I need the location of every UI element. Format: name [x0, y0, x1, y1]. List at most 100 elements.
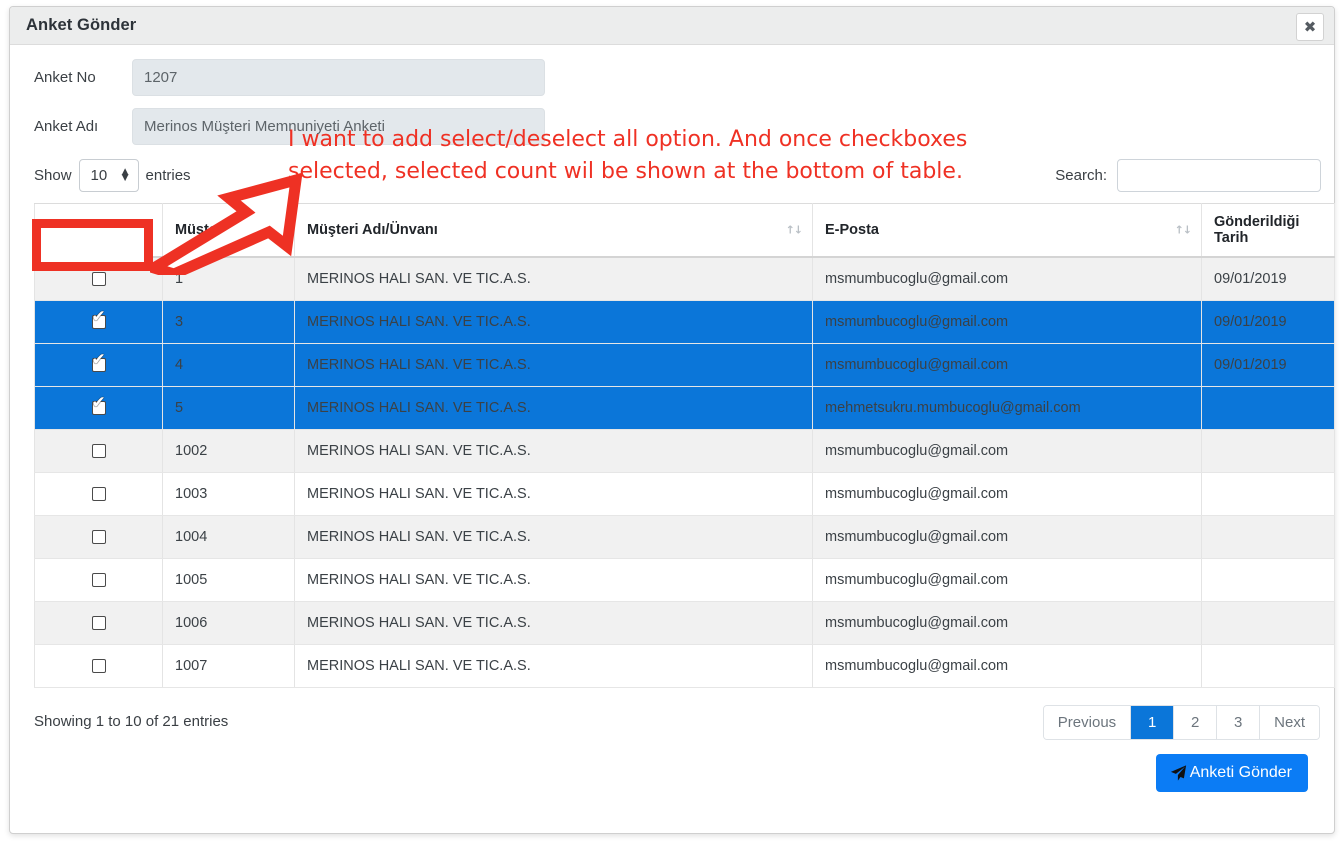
row-checkbox[interactable] — [92, 530, 106, 544]
table-row[interactable]: 1MERINOS HALI SAN. VE TIC.A.S.msmumbucog… — [35, 257, 1335, 300]
table-row[interactable]: 1002MERINOS HALI SAN. VE TIC.A.S.msmumbu… — [35, 429, 1335, 472]
anket-adi-label: Anket Adı — [22, 118, 132, 135]
column-label-gonderildigi-tarih: Gönderildiği Tarih — [1214, 214, 1299, 246]
row-checkbox-cell[interactable] — [35, 644, 163, 687]
row-checkbox[interactable] — [92, 487, 106, 501]
modal-body: Anket No Anket Adı Show 10 ▲▼ entries Se… — [10, 45, 1334, 792]
customer-table: Müşteri No ↑↓ Müşteri Adı/Ünvanı ↑↓ E-Po… — [34, 203, 1335, 688]
cell-musteri-no: 3 — [163, 300, 295, 343]
table-header-row: Müşteri No ↑↓ Müşteri Adı/Ünvanı ↑↓ E-Po… — [35, 204, 1335, 258]
anket-no-label: Anket No — [22, 69, 132, 86]
search-input[interactable] — [1117, 159, 1321, 192]
sort-icon[interactable]: ↑↓ — [1175, 224, 1191, 237]
row-checkbox[interactable] — [92, 272, 106, 286]
row-checkbox-cell[interactable] — [35, 300, 163, 343]
cell-musteri-no: 1004 — [163, 515, 295, 558]
row-checkbox-cell[interactable] — [35, 343, 163, 386]
table-row[interactable]: 1003MERINOS HALI SAN. VE TIC.A.S.msmumbu… — [35, 472, 1335, 515]
column-header-musteri-adi[interactable]: Müşteri Adı/Ünvanı ↑↓ — [295, 204, 813, 258]
cell-eposta: msmumbucoglu@gmail.com — [813, 601, 1202, 644]
row-checkbox-cell[interactable] — [35, 429, 163, 472]
table-row[interactable]: 3MERINOS HALI SAN. VE TIC.A.S.msmumbucog… — [35, 300, 1335, 343]
row-checkbox[interactable] — [92, 573, 106, 587]
cell-tarih: 09/01/2019 — [1202, 300, 1335, 343]
row-checkbox-cell[interactable] — [35, 257, 163, 300]
cell-eposta: msmumbucoglu@gmail.com — [813, 300, 1202, 343]
anket-adi-field[interactable] — [132, 108, 545, 145]
paper-plane-icon — [1170, 765, 1187, 781]
cell-musteri-no: 1006 — [163, 601, 295, 644]
form-row-anket-adi: Anket Adı — [22, 108, 1322, 144]
cell-musteri-adi: MERINOS HALI SAN. VE TIC.A.S. — [295, 343, 813, 386]
cell-eposta: msmumbucoglu@gmail.com — [813, 644, 1202, 687]
page-length-select[interactable]: 10 ▲▼ — [79, 159, 139, 192]
search-control: Search: — [1055, 159, 1321, 192]
anket-no-field[interactable] — [132, 59, 545, 96]
cell-musteri-adi: MERINOS HALI SAN. VE TIC.A.S. — [295, 558, 813, 601]
table-row[interactable]: 4MERINOS HALI SAN. VE TIC.A.S.msmumbucog… — [35, 343, 1335, 386]
cell-eposta: msmumbucoglu@gmail.com — [813, 558, 1202, 601]
table-row[interactable]: 1006MERINOS HALI SAN. VE TIC.A.S.msmumbu… — [35, 601, 1335, 644]
page-button-next[interactable]: Next — [1260, 706, 1319, 739]
close-icon[interactable]: ✖ — [1296, 13, 1324, 41]
row-checkbox[interactable] — [92, 401, 106, 415]
form-row-anket-no: Anket No — [22, 59, 1322, 95]
column-header-musteri-no[interactable]: Müşteri No ↑↓ — [163, 204, 295, 258]
column-header-gonderildigi-tarih[interactable]: Gönderildiği Tarih — [1202, 204, 1335, 258]
cell-musteri-adi: MERINOS HALI SAN. VE TIC.A.S. — [295, 601, 813, 644]
row-checkbox-cell[interactable] — [35, 558, 163, 601]
cell-musteri-no: 1003 — [163, 472, 295, 515]
table-row[interactable]: 1007MERINOS HALI SAN. VE TIC.A.S.msmumbu… — [35, 644, 1335, 687]
cell-musteri-adi: MERINOS HALI SAN. VE TIC.A.S. — [295, 515, 813, 558]
column-header-select-all[interactable] — [35, 204, 163, 258]
cell-musteri-adi: MERINOS HALI SAN. VE TIC.A.S. — [295, 429, 813, 472]
page-title: Anket Gönder — [26, 16, 136, 35]
row-checkbox[interactable] — [92, 659, 106, 673]
pagination: Previous123Next — [1043, 705, 1320, 740]
page-button-2[interactable]: 2 — [1174, 706, 1217, 739]
sort-icon[interactable]: ↑↓ — [786, 224, 802, 237]
cell-musteri-no: 1005 — [163, 558, 295, 601]
cell-musteri-no: 1002 — [163, 429, 295, 472]
row-checkbox-cell[interactable] — [35, 601, 163, 644]
cell-tarih — [1202, 558, 1335, 601]
column-header-eposta[interactable]: E-Posta ↑↓ — [813, 204, 1202, 258]
page-button-previous[interactable]: Previous — [1044, 706, 1131, 739]
cell-musteri-no: 4 — [163, 343, 295, 386]
cell-musteri-adi: MERINOS HALI SAN. VE TIC.A.S. — [295, 472, 813, 515]
row-checkbox-cell[interactable] — [35, 386, 163, 429]
anket-gonder-modal: Anket Gönder ✖ Anket No Anket Adı Show 1… — [9, 6, 1335, 834]
entries-label: entries — [146, 167, 191, 184]
sort-icon[interactable]: ↑↓ — [268, 224, 284, 237]
table-row[interactable]: 5MERINOS HALI SAN. VE TIC.A.S.mehmetsukr… — [35, 386, 1335, 429]
search-label: Search: — [1055, 167, 1107, 184]
cell-musteri-adi: MERINOS HALI SAN. VE TIC.A.S. — [295, 300, 813, 343]
cell-eposta: msmumbucoglu@gmail.com — [813, 515, 1202, 558]
cell-tarih — [1202, 386, 1335, 429]
cell-eposta: msmumbucoglu@gmail.com — [813, 257, 1202, 300]
row-checkbox[interactable] — [92, 616, 106, 630]
cell-tarih — [1202, 644, 1335, 687]
show-label: Show — [34, 167, 72, 184]
cell-musteri-adi: MERINOS HALI SAN. VE TIC.A.S. — [295, 644, 813, 687]
stepper-up-down-icon: ▲▼ — [122, 169, 129, 181]
table-info: Showing 1 to 10 of 21 entries — [34, 705, 228, 730]
cell-tarih — [1202, 515, 1335, 558]
table-row[interactable]: 1005MERINOS HALI SAN. VE TIC.A.S.msmumbu… — [35, 558, 1335, 601]
cell-musteri-no: 1 — [163, 257, 295, 300]
row-checkbox[interactable] — [92, 444, 106, 458]
cell-musteri-no: 5 — [163, 386, 295, 429]
page-button-3[interactable]: 3 — [1217, 706, 1260, 739]
row-checkbox[interactable] — [92, 315, 106, 329]
column-label-musteri-adi: Müşteri Adı/Ünvanı — [307, 222, 438, 238]
row-checkbox[interactable] — [92, 358, 106, 372]
row-checkbox-cell[interactable] — [35, 472, 163, 515]
cell-eposta: msmumbucoglu@gmail.com — [813, 472, 1202, 515]
cell-tarih — [1202, 601, 1335, 644]
row-checkbox-cell[interactable] — [35, 515, 163, 558]
column-label-musteri-no: Müşteri No — [175, 222, 250, 238]
table-row[interactable]: 1004MERINOS HALI SAN. VE TIC.A.S.msmumbu… — [35, 515, 1335, 558]
page-button-1[interactable]: 1 — [1131, 706, 1174, 739]
anketi-gonder-button[interactable]: Anketi Gönder — [1156, 754, 1308, 792]
page-length-value: 10 — [91, 167, 108, 184]
